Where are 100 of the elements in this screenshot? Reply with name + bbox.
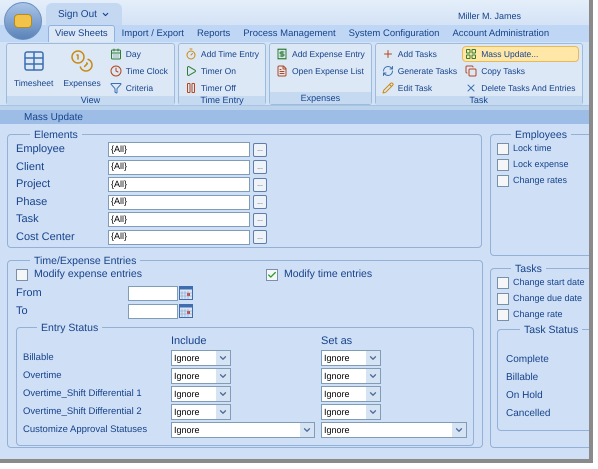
- dropdown[interactable]: Ignore: [321, 404, 381, 420]
- pencil-icon: [382, 82, 394, 94]
- checkbox[interactable]: [497, 159, 509, 171]
- field-label: Task: [16, 212, 40, 228]
- field-label: Client: [16, 160, 46, 175]
- status-label: Overtime_Shift Differential 1: [23, 388, 143, 400]
- ribbon-button[interactable]: Add Expense Entry: [273, 46, 368, 62]
- status-label: Customize Approval Statuses: [23, 424, 148, 436]
- ribbon-tab[interactable]: View Sheets: [48, 25, 115, 42]
- ribbon-button[interactable]: Criteria: [106, 80, 171, 96]
- ribbon-button[interactable]: Day: [106, 46, 171, 62]
- dropdown[interactable]: Ignore: [171, 368, 231, 384]
- task-status-label: Complete: [506, 353, 550, 366]
- ribbon-button[interactable]: Add Time Entry: [182, 46, 262, 62]
- dropdown[interactable]: Ignore: [321, 386, 381, 402]
- input-field[interactable]: {All}: [108, 212, 250, 227]
- ribbon-button[interactable]: Generate Tasks: [378, 63, 460, 79]
- ribbon-tab[interactable]: Process Management: [237, 25, 342, 42]
- ribbon-tab[interactable]: System Configuration: [342, 25, 446, 42]
- ribbon-button[interactable]: Delete Tasks And Entries: [462, 80, 579, 96]
- clock-icon: [110, 65, 122, 77]
- input-field[interactable]: {All}: [108, 142, 250, 157]
- group-title: Tasks: [515, 263, 542, 275]
- ribbon-button[interactable]: Timer On: [182, 63, 262, 79]
- ribbon-button[interactable]: Expenses: [59, 46, 105, 92]
- checkbox[interactable]: [497, 277, 509, 289]
- delete-icon: [465, 82, 478, 94]
- ribbon-button[interactable]: Open Expense List: [273, 63, 368, 79]
- dropdown[interactable]: Ignore: [171, 386, 231, 402]
- play-icon: [184, 65, 197, 77]
- dropdown[interactable]: Ignore: [171, 422, 315, 438]
- sign-out-menu[interactable]: Sign Out: [46, 3, 122, 25]
- ribbon-tab[interactable]: Reports: [190, 25, 236, 42]
- checkbox-label: Change rate: [513, 308, 563, 322]
- refresh-icon: [382, 65, 394, 77]
- input-field[interactable]: {All}: [108, 177, 250, 192]
- calendar-icon[interactable]: [179, 286, 193, 300]
- status-label: Billable: [23, 352, 55, 364]
- dropdown[interactable]: Ignore: [321, 422, 467, 438]
- group-title: Task Status: [524, 324, 578, 336]
- input-field[interactable]: {All}: [108, 230, 250, 244]
- date-label: From: [16, 286, 43, 301]
- dropdown[interactable]: Ignore: [321, 368, 381, 384]
- ribbon-button[interactable]: Timesheet: [10, 46, 58, 92]
- group-title: Employees: [515, 129, 567, 141]
- checkbox[interactable]: [497, 293, 509, 305]
- timer-icon: [184, 48, 197, 60]
- task-status-label: Billable: [506, 371, 540, 384]
- ribbon-button[interactable]: Mass Update...: [462, 46, 579, 62]
- checkbox-label: Modify time entries: [284, 267, 372, 282]
- group-label: Time Entry: [200, 96, 244, 105]
- ribbon-button[interactable]: Timer Off: [182, 80, 262, 96]
- group-title: Entry Status: [41, 322, 98, 334]
- copy-icon: [465, 65, 478, 77]
- ribbon-tab[interactable]: Account Administration: [446, 25, 556, 42]
- checkbox-label: Modify expense entries: [34, 267, 142, 282]
- pause-icon: [184, 82, 197, 94]
- checkbox-label: Change start date: [513, 276, 585, 290]
- ribbon-tab[interactable]: Import / Export: [116, 25, 190, 42]
- column-header: Include: [171, 334, 208, 349]
- dropdown[interactable]: Ignore: [171, 404, 231, 420]
- grid-icon: [465, 48, 478, 60]
- group-title: Elements: [34, 129, 78, 141]
- date-field[interactable]: [128, 304, 178, 318]
- app-orb-icon[interactable]: [4, 2, 42, 40]
- checkbox-label: Change due date: [513, 292, 582, 306]
- ribbon-button[interactable]: Copy Tasks: [462, 63, 579, 79]
- ribbon-button[interactable]: Time Clock: [106, 63, 171, 79]
- input-field[interactable]: {All}: [108, 194, 250, 210]
- plus-icon: [382, 48, 394, 60]
- checkbox[interactable]: [497, 175, 509, 187]
- input-field[interactable]: {All}: [108, 160, 250, 174]
- group-label: View: [80, 96, 100, 105]
- group-title: Time/Expense Entries: [34, 255, 136, 267]
- date-label: To: [16, 304, 29, 319]
- checkbox[interactable]: [497, 143, 509, 155]
- field-label: Employee: [16, 142, 66, 158]
- checkbox-label: Lock expense: [513, 158, 569, 172]
- date-field[interactable]: [128, 286, 178, 300]
- checkbox-label: Lock time: [513, 142, 552, 156]
- task-status-label: Cancelled: [506, 407, 552, 420]
- checkbox[interactable]: [266, 269, 278, 281]
- checkbox[interactable]: [16, 269, 28, 281]
- checkbox[interactable]: [497, 309, 509, 321]
- dropdown[interactable]: Ignore: [321, 350, 381, 366]
- status-label: Overtime: [23, 370, 63, 382]
- calendar-icon[interactable]: [179, 304, 193, 318]
- ribbon-button[interactable]: Edit Task: [378, 80, 460, 96]
- panel-title: Mass Update: [24, 110, 83, 124]
- document-icon: [276, 65, 288, 77]
- dropdown[interactable]: Ignore: [171, 350, 231, 366]
- ribbon-button[interactable]: Add Tasks: [378, 46, 460, 62]
- receipt-icon: [276, 48, 288, 60]
- filter-icon: [110, 82, 122, 94]
- status-label: Overtime_Shift Differential 2: [23, 406, 143, 418]
- field-label: Phase: [16, 194, 48, 210]
- table-icon: [22, 48, 46, 73]
- column-header: Set as: [321, 334, 352, 349]
- coins-icon: [70, 48, 94, 73]
- group-label: Expenses: [300, 94, 340, 102]
